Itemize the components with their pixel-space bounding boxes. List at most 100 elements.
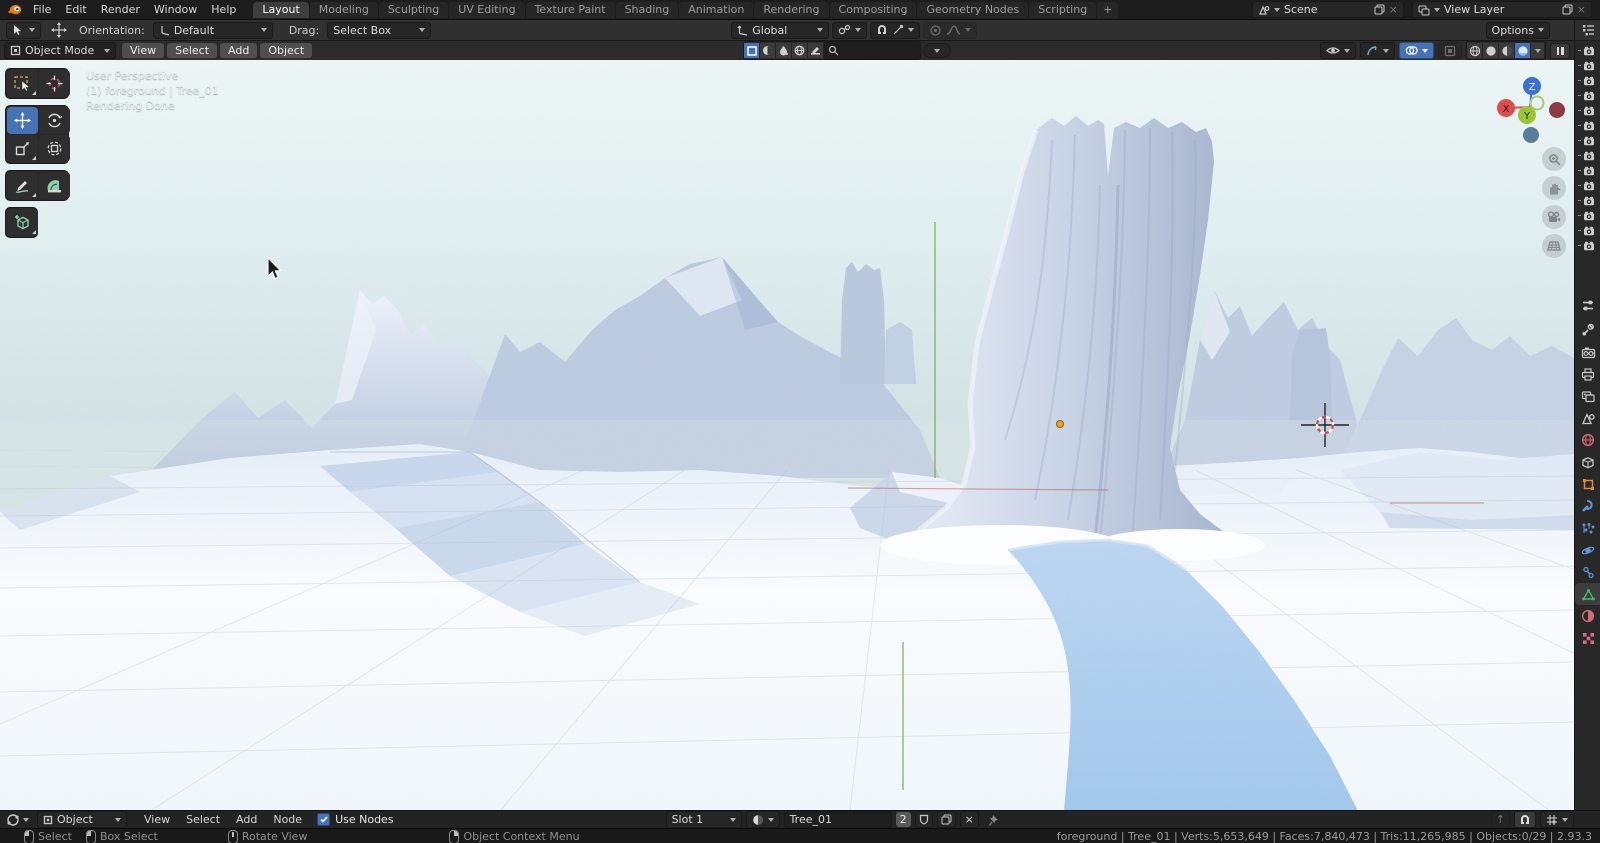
search-options-chevron[interactable] bbox=[923, 43, 952, 58]
proportional-editing-group[interactable] bbox=[923, 21, 978, 39]
pan-view-button[interactable] bbox=[1542, 176, 1566, 200]
tab-compositing[interactable]: Compositing bbox=[829, 1, 917, 18]
shader-type-dropdown[interactable]: Object bbox=[37, 811, 127, 828]
viewport-3d[interactable]: User Perspective (1) foreground | Tree_0… bbox=[0, 60, 1574, 810]
remove-view-layer-icon[interactable]: × bbox=[1577, 3, 1586, 16]
tab-object[interactable] bbox=[1575, 473, 1600, 495]
tab-texture-paint[interactable]: Texture Paint bbox=[525, 1, 615, 18]
xray-toggle[interactable] bbox=[1438, 42, 1462, 59]
editor-type-button[interactable] bbox=[6, 813, 29, 827]
tab-tool[interactable] bbox=[1575, 319, 1600, 341]
menu-render[interactable]: Render bbox=[94, 3, 147, 16]
pivot-point-dropdown[interactable] bbox=[832, 21, 868, 39]
browse-material-button[interactable] bbox=[745, 811, 780, 828]
tab-modeling[interactable]: Modeling bbox=[309, 1, 378, 18]
options-dropdown[interactable]: Options bbox=[1485, 21, 1550, 39]
tab-physics[interactable] bbox=[1575, 539, 1600, 561]
tab-particles[interactable] bbox=[1575, 517, 1600, 539]
menu-view[interactable]: View bbox=[122, 43, 165, 58]
material-filter-icon[interactable] bbox=[760, 43, 777, 58]
menu-window[interactable]: Window bbox=[147, 3, 204, 16]
slot-dropdown[interactable]: Slot 1 bbox=[665, 811, 742, 828]
camera-view-button[interactable] bbox=[1542, 205, 1566, 229]
tab-uv-editing[interactable]: UV Editing bbox=[449, 1, 525, 18]
node-menu-add[interactable]: Add bbox=[229, 813, 264, 826]
add-workspace-button[interactable]: + bbox=[1097, 1, 1119, 18]
parent-tree-button[interactable]: ↑ bbox=[1490, 811, 1510, 828]
tab-collection[interactable] bbox=[1575, 451, 1600, 473]
menu-edit[interactable]: Edit bbox=[58, 3, 93, 16]
fluid-filter-icon[interactable] bbox=[776, 43, 793, 58]
overlays-toggle[interactable] bbox=[1399, 42, 1434, 59]
object-filter-icon[interactable] bbox=[744, 43, 761, 58]
tab-sculpting[interactable]: Sculpting bbox=[378, 1, 449, 18]
world-filter-icon[interactable] bbox=[792, 43, 809, 58]
menu-object[interactable]: Object bbox=[260, 43, 313, 58]
unlink-material-button[interactable]: × bbox=[959, 811, 979, 828]
view-layer-selector[interactable]: View Layer × bbox=[1412, 1, 1592, 18]
outliner-camera-row[interactable] bbox=[1575, 58, 1600, 73]
node-menu-select[interactable]: Select bbox=[179, 813, 227, 826]
tab-world[interactable] bbox=[1575, 429, 1600, 451]
annotate-tool[interactable] bbox=[7, 172, 38, 199]
outliner-camera-row[interactable] bbox=[1575, 73, 1600, 88]
blender-logo-icon[interactable] bbox=[7, 3, 22, 16]
shading-dropdown[interactable] bbox=[1531, 43, 1545, 58]
tab-modifiers[interactable] bbox=[1575, 495, 1600, 517]
node-menu-node[interactable]: Node bbox=[266, 813, 309, 826]
mode-dropdown[interactable]: Object Mode bbox=[4, 42, 116, 59]
rotate-tool[interactable] bbox=[39, 107, 70, 134]
drag-dropdown[interactable]: Select Box bbox=[327, 21, 432, 39]
move-tool[interactable] bbox=[7, 107, 38, 134]
outliner-editor-button[interactable] bbox=[1575, 20, 1600, 41]
solid-shading-icon[interactable] bbox=[1483, 43, 1499, 58]
pause-render-button[interactable] bbox=[1550, 42, 1570, 59]
brush-filter-icon[interactable] bbox=[808, 43, 825, 58]
tab-layout[interactable]: Layout bbox=[253, 1, 309, 18]
outliner-camera-row[interactable] bbox=[1575, 208, 1600, 223]
outliner-camera-row[interactable] bbox=[1575, 223, 1600, 238]
cursor-tool[interactable] bbox=[39, 70, 70, 97]
move-gizmo-icon[interactable] bbox=[51, 22, 67, 38]
fake-user-button[interactable] bbox=[914, 811, 933, 828]
axis-gizmo[interactable]: Z X Y bbox=[1490, 66, 1570, 144]
tab-geometry-nodes[interactable]: Geometry Nodes bbox=[917, 1, 1029, 18]
menu-help[interactable]: Help bbox=[204, 3, 243, 16]
show-object-types-dropdown[interactable] bbox=[1320, 42, 1356, 59]
tab-shading[interactable]: Shading bbox=[615, 1, 679, 18]
tab-texture[interactable] bbox=[1575, 627, 1600, 649]
tab-render[interactable] bbox=[1575, 341, 1600, 363]
tab-material[interactable] bbox=[1575, 605, 1600, 627]
scene-selector[interactable]: Scene × bbox=[1252, 1, 1404, 18]
zoom-view-button[interactable] bbox=[1542, 147, 1566, 171]
orientation-dropdown[interactable]: Default bbox=[152, 21, 273, 39]
perspective-toggle-button[interactable] bbox=[1542, 234, 1566, 258]
scale-tool[interactable] bbox=[7, 135, 38, 162]
outliner-camera-row[interactable] bbox=[1575, 193, 1600, 208]
outliner-camera-row[interactable] bbox=[1575, 163, 1600, 178]
material-preview-shading-icon[interactable] bbox=[1499, 43, 1515, 58]
new-scene-icon[interactable] bbox=[1374, 4, 1385, 15]
wireframe-shading-icon[interactable] bbox=[1467, 43, 1483, 58]
search-input[interactable] bbox=[824, 42, 921, 59]
gizmos-dropdown[interactable] bbox=[1360, 42, 1395, 59]
menu-add[interactable]: Add bbox=[220, 43, 258, 58]
node-snap-toggle[interactable] bbox=[1514, 811, 1536, 828]
tab-scene[interactable] bbox=[1575, 407, 1600, 429]
outliner-camera-row[interactable] bbox=[1575, 103, 1600, 118]
node-snap-target-dropdown[interactable] bbox=[1540, 811, 1574, 828]
users-count-button[interactable]: 2 bbox=[895, 812, 911, 827]
tab-animation[interactable]: Animation bbox=[679, 1, 754, 18]
tab-scripting[interactable]: Scripting bbox=[1029, 1, 1097, 18]
outliner-camera-row[interactable] bbox=[1575, 178, 1600, 193]
menu-file[interactable]: File bbox=[26, 3, 58, 16]
select-box-tool[interactable] bbox=[7, 70, 38, 97]
outliner-camera-row[interactable] bbox=[1575, 133, 1600, 148]
transform-tool[interactable] bbox=[39, 135, 70, 162]
pin-icon[interactable] bbox=[988, 814, 1000, 826]
transform-orientation-dropdown[interactable]: Global bbox=[731, 21, 830, 39]
outliner-camera-row[interactable] bbox=[1575, 88, 1600, 103]
menu-select[interactable]: Select bbox=[167, 43, 218, 58]
copy-material-button[interactable] bbox=[936, 811, 956, 828]
tab-view-layer[interactable] bbox=[1575, 385, 1600, 407]
